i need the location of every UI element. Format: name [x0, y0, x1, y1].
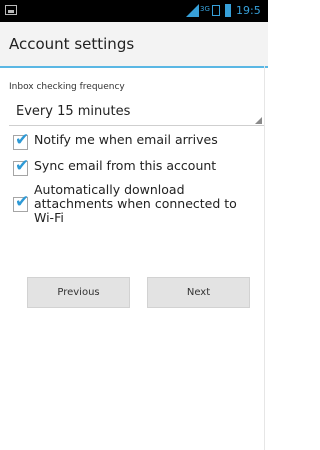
previous-button[interactable]: Previous [27, 277, 130, 308]
sync-checkbox[interactable]: ✔ [13, 156, 29, 176]
status-clock: 19:5 [236, 4, 261, 17]
notify-checkbox[interactable]: ✔ [13, 130, 29, 150]
frequency-spinner[interactable]: Every 15 minutes [9, 98, 264, 126]
sim-icon [212, 5, 220, 16]
notify-label: Notify me when email arrives [34, 132, 218, 147]
network-icon: 3G [200, 5, 210, 13]
checkmark-icon: ✔ [15, 130, 30, 150]
action-bar: Account settings [0, 22, 268, 66]
status-bar: 3G 19:5 [0, 0, 268, 22]
notify-option[interactable]: ✔ Notify me when email arrives [13, 130, 263, 153]
frequency-label: Inbox checking frequency [9, 82, 125, 92]
checkmark-icon: ✔ [15, 156, 30, 176]
frequency-value: Every 15 minutes [16, 104, 131, 119]
sync-option[interactable]: ✔ Sync email from this account [13, 156, 263, 179]
next-button[interactable]: Next [147, 277, 250, 308]
auto-download-checkbox[interactable]: ✔ [13, 192, 29, 212]
spinner-underline [9, 125, 264, 126]
sync-label: Sync email from this account [34, 158, 217, 173]
notification-icon [5, 5, 17, 15]
page-title: Account settings [9, 35, 135, 53]
dropdown-corner-icon [255, 117, 262, 124]
auto-download-label: Automatically download attachments when … [34, 182, 237, 225]
signal-icon [186, 4, 199, 17]
scroll-edge [264, 66, 265, 450]
battery-icon [225, 4, 231, 17]
action-bar-divider [0, 66, 268, 68]
checkmark-icon: ✔ [15, 192, 30, 212]
auto-download-option[interactable]: ✔ Automatically download attachments whe… [13, 183, 263, 231]
